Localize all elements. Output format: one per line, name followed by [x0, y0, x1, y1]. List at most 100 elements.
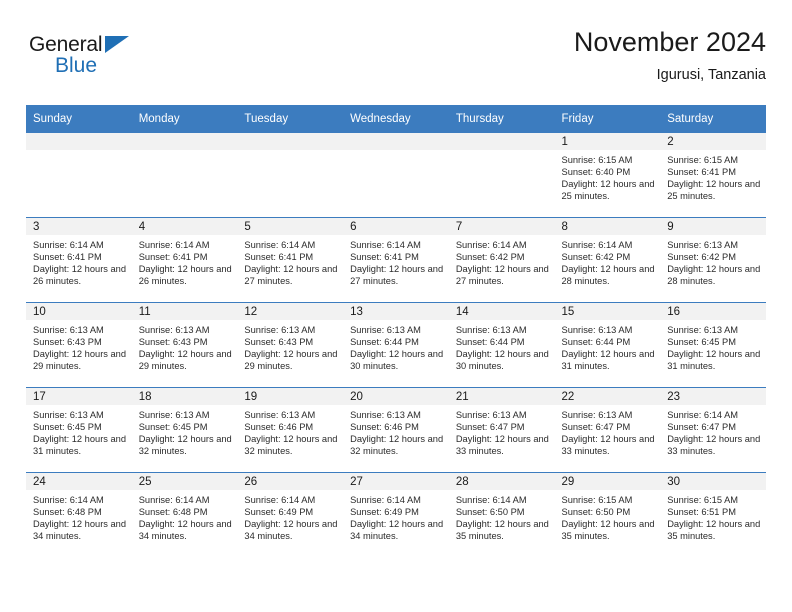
- day-number: 22: [554, 388, 661, 405]
- daylight-text: Daylight: 12 hours and 32 minutes.: [244, 434, 338, 457]
- daylight-text: Daylight: 12 hours and 25 minutes.: [667, 179, 761, 202]
- day-cell-content: 18 Sunrise: 6:13 AM Sunset: 6:45 PM Dayligh…: [131, 388, 238, 472]
- day-sun-info: Sunrise: 6:13 AM Sunset: 6:44 PM Daylight:…: [343, 320, 449, 372]
- day-sun-info: Sunrise: 6:14 AM Sunset: 6:41 PM Daylight:…: [26, 235, 132, 287]
- daylight-text: Daylight: 12 hours and 27 minutes.: [350, 264, 444, 287]
- calendar-day-cell[interactable]: 26 Sunrise: 6:14 AM Sunset: 6:49 PM Dayligh…: [237, 472, 344, 557]
- calendar-table: Sunday Monday Tuesday Wednesday Thursday…: [26, 105, 766, 557]
- sunset-text: Sunset: 6:49 PM: [350, 507, 419, 518]
- day-cell-content: 20 Sunrise: 6:13 AM Sunset: 6:46 PM Dayligh…: [343, 388, 449, 472]
- calendar-day-cell-empty: [237, 133, 344, 218]
- daylight-text: Daylight: 12 hours and 30 minutes.: [350, 349, 444, 372]
- calendar-day-cell[interactable]: 23 Sunrise: 6:14 AM Sunset: 6:47 PM Dayligh…: [660, 387, 766, 473]
- daylight-text: Daylight: 12 hours and 25 minutes.: [561, 179, 655, 202]
- day-sun-info: Sunrise: 6:14 AM Sunset: 6:50 PM Daylight:…: [449, 490, 555, 542]
- calendar-day-cell[interactable]: 18 Sunrise: 6:13 AM Sunset: 6:45 PM Dayligh…: [131, 387, 238, 473]
- sunset-text: Sunset: 6:42 PM: [561, 252, 631, 263]
- day-cell-content: 15 Sunrise: 6:13 AM Sunset: 6:44 PM Dayligh…: [554, 303, 661, 387]
- calendar-day-cell[interactable]: 16 Sunrise: 6:13 AM Sunset: 6:45 PM Dayligh…: [660, 302, 766, 388]
- sunrise-text: Sunrise: 6:15 AM: [667, 495, 739, 505]
- brand-logo[interactable]: General Blue: [29, 34, 229, 88]
- sunrise-text: Sunrise: 6:13 AM: [455, 325, 527, 335]
- sunset-text: Sunset: 6:41 PM: [33, 252, 102, 263]
- sunset-text: Sunset: 6:45 PM: [138, 422, 208, 433]
- calendar-week-row: 1 Sunrise: 6:15 AM Sunset: 6:40 PM Daylight…: [26, 133, 766, 218]
- day-number: 21: [448, 388, 555, 405]
- calendar-day-cell[interactable]: 27 Sunrise: 6:14 AM Sunset: 6:49 PM Dayligh…: [343, 472, 449, 557]
- calendar-day-cell[interactable]: 8 Sunrise: 6:14 AM Sunset: 6:42 PM Daylight…: [554, 217, 661, 303]
- sunset-text: Sunset: 6:46 PM: [350, 422, 419, 433]
- sunrise-text: Sunrise: 6:13 AM: [138, 325, 210, 335]
- calendar-day-cell[interactable]: 12 Sunrise: 6:13 AM Sunset: 6:43 PM Dayligh…: [237, 302, 344, 388]
- day-number: 28: [448, 473, 555, 490]
- page-header: General Blue November 2024 Igurusi, Tanz…: [26, 26, 766, 94]
- sunset-text: Sunset: 6:47 PM: [561, 422, 631, 433]
- daylight-text: Daylight: 12 hours and 30 minutes.: [455, 349, 549, 372]
- calendar-day-cell[interactable]: 30 Sunrise: 6:15 AM Sunset: 6:51 PM Dayligh…: [660, 472, 766, 557]
- day-cell-content: 19 Sunrise: 6:13 AM Sunset: 6:46 PM Dayligh…: [237, 388, 344, 472]
- calendar-day-cell[interactable]: 24 Sunrise: 6:14 AM Sunset: 6:48 PM Dayligh…: [26, 472, 132, 557]
- day-number: 7: [448, 218, 555, 235]
- day-number: [448, 133, 555, 150]
- day-sun-info: Sunrise: 6:14 AM Sunset: 6:41 PM Daylight:…: [237, 235, 343, 287]
- calendar-day-cell[interactable]: 1 Sunrise: 6:15 AM Sunset: 6:40 PM Daylight…: [554, 133, 661, 218]
- day-number: 29: [554, 473, 661, 490]
- title-block: November 2024 Igurusi, Tanzania: [574, 26, 766, 85]
- sunrise-text: Sunrise: 6:14 AM: [455, 495, 527, 505]
- sunrise-text: Sunrise: 6:14 AM: [244, 495, 316, 505]
- calendar-day-cell[interactable]: 4 Sunrise: 6:14 AM Sunset: 6:41 PM Daylight…: [131, 217, 238, 303]
- calendar-day-cell[interactable]: 11 Sunrise: 6:13 AM Sunset: 6:43 PM Dayligh…: [131, 302, 238, 388]
- day-sun-info: Sunrise: 6:14 AM Sunset: 6:47 PM Daylight:…: [660, 405, 766, 457]
- calendar-week-row: 17 Sunrise: 6:13 AM Sunset: 6:45 PM Dayligh…: [26, 387, 766, 473]
- day-sun-info: Sunrise: 6:15 AM Sunset: 6:41 PM Daylight:…: [660, 150, 766, 202]
- daylight-text: Daylight: 12 hours and 35 minutes.: [455, 519, 549, 542]
- calendar-day-cell[interactable]: 6 Sunrise: 6:14 AM Sunset: 6:41 PM Daylight…: [343, 217, 449, 303]
- day-number: 26: [237, 473, 344, 490]
- day-number: [131, 133, 238, 150]
- calendar-day-cell[interactable]: 29 Sunrise: 6:15 AM Sunset: 6:50 PM Dayligh…: [554, 472, 661, 557]
- sunset-text: Sunset: 6:50 PM: [455, 507, 525, 518]
- sunrise-text: Sunrise: 6:13 AM: [33, 325, 104, 335]
- day-sun-info: Sunrise: 6:14 AM Sunset: 6:48 PM Daylight:…: [26, 490, 132, 542]
- day-number: 4: [131, 218, 238, 235]
- day-sun-info: Sunrise: 6:13 AM Sunset: 6:43 PM Daylight:…: [132, 320, 238, 372]
- calendar-day-cell[interactable]: 25 Sunrise: 6:14 AM Sunset: 6:48 PM Dayligh…: [131, 472, 238, 557]
- day-number: 11: [131, 303, 238, 320]
- calendar-day-cell[interactable]: 28 Sunrise: 6:14 AM Sunset: 6:50 PM Dayligh…: [448, 472, 555, 557]
- calendar-day-cell[interactable]: 19 Sunrise: 6:13 AM Sunset: 6:46 PM Dayligh…: [237, 387, 344, 473]
- brand-text-blue: Blue: [55, 54, 98, 77]
- weekday-header-wednesday: Wednesday: [343, 105, 449, 133]
- day-cell-content: 9 Sunrise: 6:13 AM Sunset: 6:42 PM Daylight…: [660, 218, 766, 302]
- calendar-day-cell[interactable]: 14 Sunrise: 6:13 AM Sunset: 6:44 PM Dayligh…: [448, 302, 555, 388]
- calendar-day-cell[interactable]: 20 Sunrise: 6:13 AM Sunset: 6:46 PM Dayligh…: [343, 387, 449, 473]
- day-cell-content: 11 Sunrise: 6:13 AM Sunset: 6:43 PM Dayligh…: [131, 303, 238, 387]
- calendar-day-cell[interactable]: 15 Sunrise: 6:13 AM Sunset: 6:44 PM Dayligh…: [554, 302, 661, 388]
- calendar-day-cell[interactable]: 10 Sunrise: 6:13 AM Sunset: 6:43 PM Dayligh…: [26, 302, 132, 388]
- calendar-day-cell[interactable]: 9 Sunrise: 6:13 AM Sunset: 6:42 PM Daylight…: [660, 217, 766, 303]
- day-cell-content: 29 Sunrise: 6:15 AM Sunset: 6:50 PM Dayligh…: [554, 473, 661, 557]
- day-sun-info: Sunrise: 6:15 AM Sunset: 6:51 PM Daylight:…: [660, 490, 766, 542]
- calendar-day-cell[interactable]: 7 Sunrise: 6:14 AM Sunset: 6:42 PM Daylight…: [448, 217, 555, 303]
- daylight-text: Daylight: 12 hours and 32 minutes.: [138, 434, 232, 457]
- calendar-day-cell[interactable]: 5 Sunrise: 6:14 AM Sunset: 6:41 PM Daylight…: [237, 217, 344, 303]
- day-number: 1: [554, 133, 661, 150]
- day-cell-content: 5 Sunrise: 6:14 AM Sunset: 6:41 PM Daylight…: [237, 218, 344, 302]
- calendar-day-cell[interactable]: 22 Sunrise: 6:13 AM Sunset: 6:47 PM Dayligh…: [554, 387, 661, 473]
- sunrise-text: Sunrise: 6:14 AM: [244, 240, 316, 250]
- sunrise-text: Sunrise: 6:14 AM: [138, 495, 210, 505]
- daylight-text: Daylight: 12 hours and 28 minutes.: [667, 264, 761, 287]
- day-cell-content: [343, 133, 449, 217]
- calendar-day-cell[interactable]: 3 Sunrise: 6:14 AM Sunset: 6:41 PM Daylight…: [26, 217, 132, 303]
- daylight-text: Daylight: 12 hours and 34 minutes.: [33, 519, 127, 542]
- calendar-day-cell[interactable]: 2 Sunrise: 6:15 AM Sunset: 6:41 PM Daylight…: [660, 133, 766, 218]
- sunset-text: Sunset: 6:47 PM: [667, 422, 736, 433]
- day-sun-info: Sunrise: 6:13 AM Sunset: 6:44 PM Daylight:…: [449, 320, 555, 372]
- day-number: 2: [660, 133, 766, 150]
- day-number: 10: [26, 303, 132, 320]
- day-number: 13: [343, 303, 449, 320]
- day-sun-info: Sunrise: 6:13 AM Sunset: 6:43 PM Daylight:…: [237, 320, 343, 372]
- calendar-day-cell[interactable]: 13 Sunrise: 6:13 AM Sunset: 6:44 PM Dayligh…: [343, 302, 449, 388]
- day-sun-info: Sunrise: 6:13 AM Sunset: 6:45 PM Daylight:…: [660, 320, 766, 372]
- calendar-day-cell[interactable]: 17 Sunrise: 6:13 AM Sunset: 6:45 PM Dayligh…: [26, 387, 132, 473]
- calendar-day-cell[interactable]: 21 Sunrise: 6:13 AM Sunset: 6:47 PM Dayligh…: [448, 387, 555, 473]
